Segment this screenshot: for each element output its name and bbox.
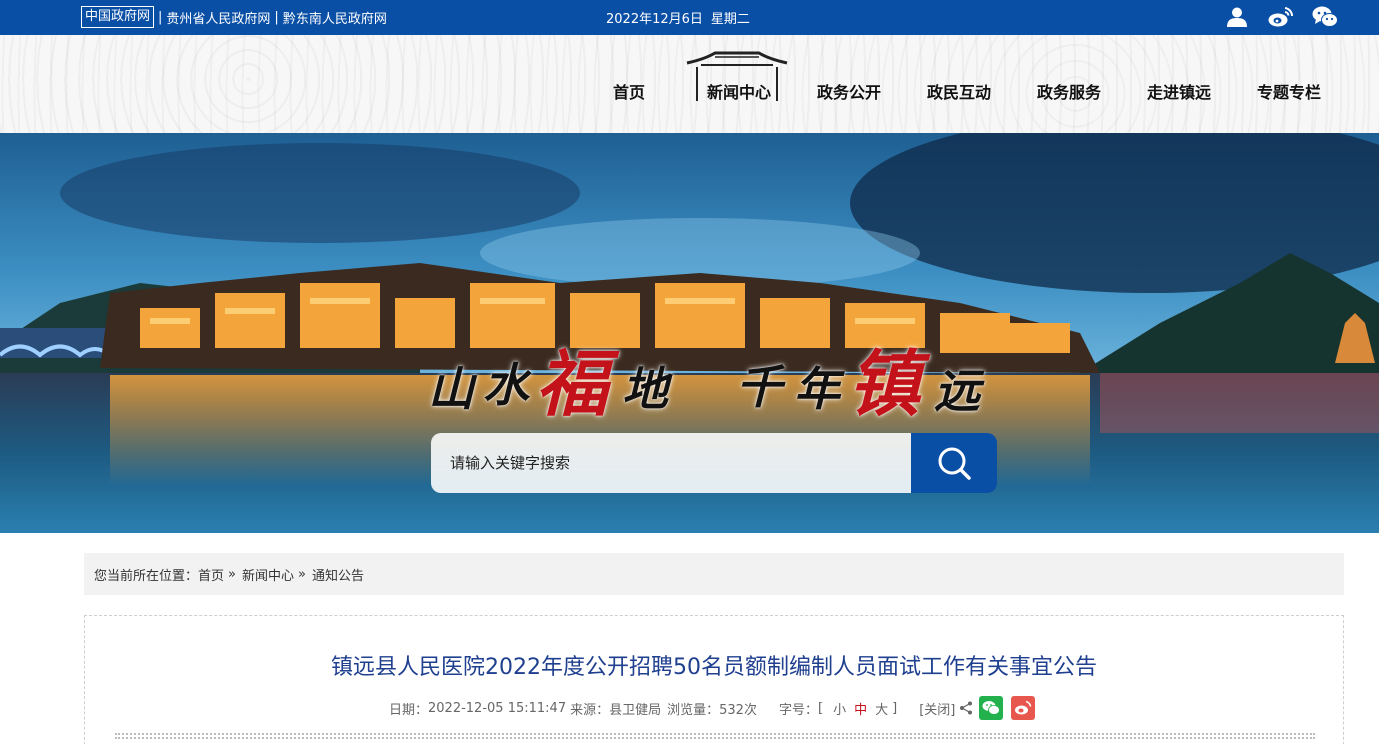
font-size-small[interactable]: 小	[833, 699, 846, 718]
source-value: 县卫健局	[609, 702, 662, 718]
gov-links: 中国政府网 | 贵州省人民政府网 | 黔东南人民政府网	[81, 5, 387, 29]
search-icon	[938, 447, 971, 480]
close-button[interactable]: [关闭]	[919, 699, 955, 718]
link-separator: |	[274, 9, 279, 25]
nav-interaction[interactable]: 政民互动	[927, 79, 991, 103]
search-bar	[431, 433, 997, 493]
slogan-char: 远	[934, 364, 980, 418]
nav-about-zhenyuan[interactable]: 走进镇远	[1147, 79, 1211, 103]
link-qiandongnan-gov[interactable]: 黔东南人民政府网	[283, 8, 387, 27]
user-icon[interactable]	[1223, 4, 1251, 30]
search-input[interactable]	[450, 454, 890, 472]
views-label: 浏览量：	[667, 702, 720, 718]
weibo-share-icon[interactable]	[1011, 696, 1036, 720]
title-divider	[115, 733, 1315, 739]
weekday-text: 星期二	[710, 12, 750, 27]
slogan-char: 年	[794, 362, 840, 416]
slogan-char: 地	[622, 362, 668, 416]
slogan-char: 山	[428, 362, 474, 416]
search-button[interactable]	[911, 433, 997, 493]
nav-gov-services[interactable]: 政务服务	[1037, 79, 1101, 103]
slogan-char: 千	[736, 360, 782, 414]
nav-news-center[interactable]: 新闻中心	[707, 79, 771, 103]
link-guizhou-gov[interactable]: 贵州省人民政府网	[166, 8, 270, 27]
share-icon[interactable]	[959, 701, 973, 715]
slogan-char: 水	[483, 358, 529, 412]
publish-date: 2022-12-05 15:11:47	[428, 700, 567, 716]
article-title: 镇远县人民医院2022年度公开招聘50名员额制编制人员面试工作有关事宜公告	[331, 655, 1097, 680]
slogan-char-red: 福	[536, 341, 609, 426]
main-nav: 首页 新闻中心 政务公开 政民互动 政务服务 走进镇远 专题专栏	[0, 35, 1379, 133]
weibo-icon[interactable]	[1267, 4, 1295, 30]
date-label: 日期：	[389, 702, 429, 718]
breadcrumb-prefix: 您当前所在位置：	[94, 568, 199, 584]
font-size-label: 字号：	[778, 702, 818, 718]
views-count: 532次	[719, 702, 757, 718]
bracket-open: [	[817, 700, 824, 716]
breadcrumb: 您当前所在位置： 首页 » 新闻中心 » 通知公告	[84, 553, 1344, 595]
font-size-large[interactable]: 大	[875, 699, 888, 718]
top-bar: 中国政府网 | 贵州省人民政府网 | 黔东南人民政府网 2022年12月6日 星期…	[0, 0, 1379, 35]
slogan-char-red: 镇	[848, 341, 921, 426]
wechat-share-icon[interactable]	[979, 696, 1004, 720]
date-text: 2022年12月6日	[606, 12, 703, 27]
nav-special-topics[interactable]: 专题专栏	[1257, 79, 1321, 103]
source-label: 来源：	[570, 702, 610, 718]
article-meta: 日期： 2022-12-05 15:11:47 来源： 县卫健局 浏览量： 53…	[389, 696, 1036, 720]
site-header: 首页 新闻中心 政务公开 政民互动 政务服务 走进镇远 专题专栏	[0, 35, 1379, 133]
nav-home[interactable]: 首页	[613, 79, 645, 103]
breadcrumb-notices[interactable]: 通知公告	[312, 565, 364, 584]
bracket-close: ]	[892, 700, 898, 716]
font-size-medium[interactable]: 中	[854, 699, 867, 718]
article-card: 镇远县人民医院2022年度公开招聘50名员额制编制人员面试工作有关事宜公告 日期…	[84, 615, 1344, 744]
top-icons	[1223, 4, 1339, 30]
breadcrumb-arrow: »	[228, 566, 236, 582]
link-separator: |	[158, 9, 163, 25]
banner-slogan: 山 水 福 地 千 年 镇 远	[428, 331, 988, 426]
nav-gov-affairs-open[interactable]: 政务公开	[817, 79, 881, 103]
link-gov-cn[interactable]: 中国政府网	[81, 6, 155, 28]
wechat-icon[interactable]	[1311, 4, 1339, 30]
breadcrumb-arrow: »	[298, 566, 306, 582]
breadcrumb-home[interactable]: 首页	[198, 565, 224, 584]
search-field	[431, 433, 911, 493]
current-date: 2022年12月6日 星期二	[606, 8, 750, 27]
breadcrumb-news-center[interactable]: 新闻中心	[242, 565, 294, 584]
